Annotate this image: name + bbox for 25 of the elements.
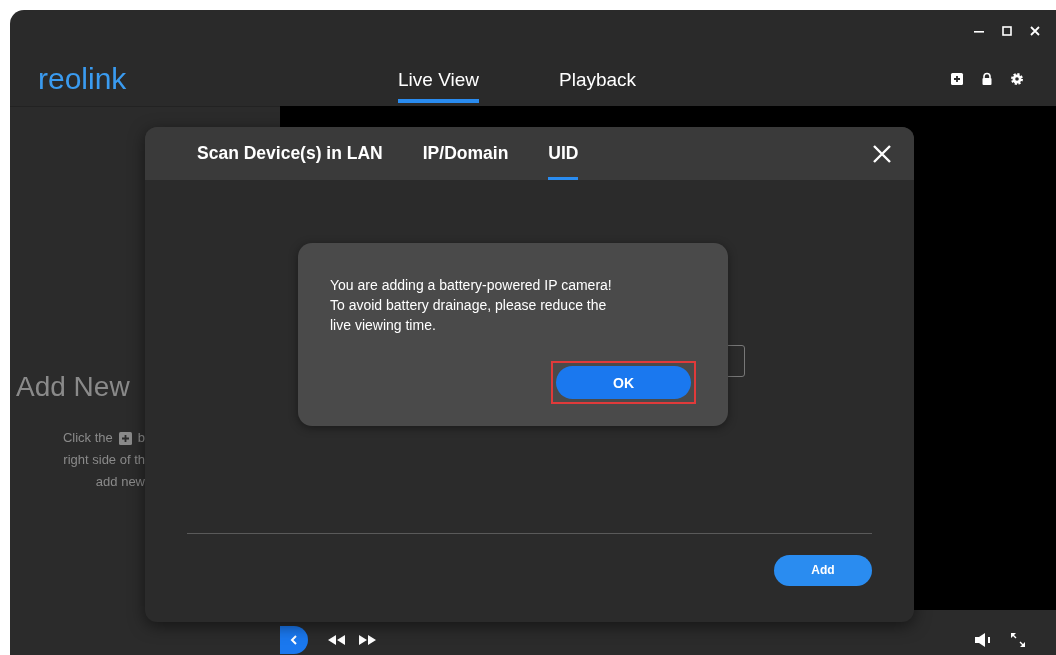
hint-text: b	[137, 429, 145, 447]
dialog-tab[interactable]: IP/Domain	[422, 127, 509, 180]
ok-button[interactable]: OK	[556, 366, 691, 399]
chevron-left-icon	[290, 635, 298, 645]
sidebar-title: Add New	[16, 371, 130, 403]
dialog-tab[interactable]: Scan Device(s) in LAN	[197, 127, 383, 180]
hint-text: add new	[95, 473, 145, 491]
maximize-icon[interactable]	[1000, 24, 1014, 38]
add-icon	[118, 431, 132, 445]
close-icon[interactable]	[1028, 24, 1042, 38]
dialog-tab[interactable]: UID	[548, 127, 579, 180]
logo: reolink	[38, 62, 128, 96]
close-icon	[872, 143, 892, 164]
hint-text: right side of th	[63, 451, 145, 469]
alert-message: You are adding a battery-powered IP camera! To avoid battery drainage, please reduce the live viewing time.	[330, 276, 613, 335]
add-device-icon[interactable]	[950, 72, 964, 86]
collapse-button[interactable]	[280, 626, 308, 654]
fullscreen-icon[interactable]	[1010, 632, 1026, 648]
hint-text: Click the	[62, 429, 113, 447]
rewind-icon[interactable]	[328, 635, 346, 645]
speaker-icon[interactable]	[974, 632, 992, 648]
lock-icon[interactable]	[980, 72, 994, 86]
settings-icon[interactable]	[1010, 72, 1024, 86]
fast-forward-icon[interactable]	[358, 635, 376, 645]
nav-tab[interactable]: Playback	[559, 63, 637, 103]
